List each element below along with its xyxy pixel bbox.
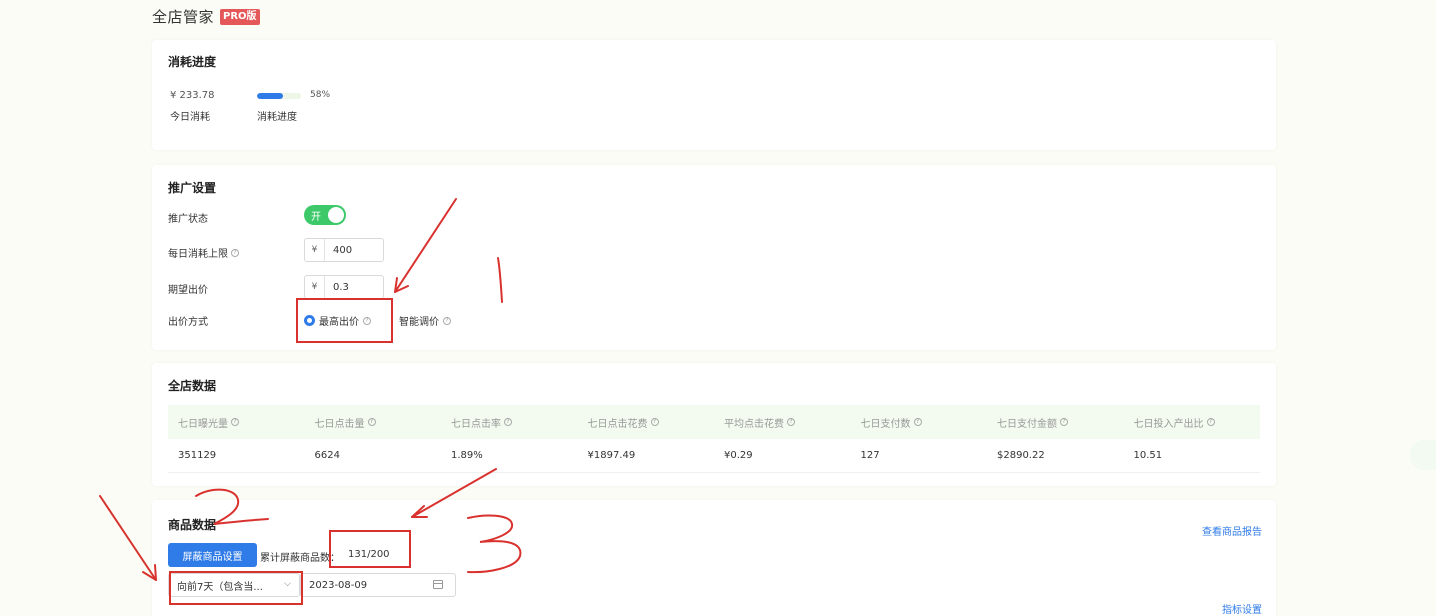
store-stats-table: 七日曝光量? 七日点击量? 七日点击率? 七日点击花费? 平均点击花费? 七日支… — [168, 405, 1260, 473]
stats-header-text: 七日点击量 — [314, 418, 365, 430]
chevron-down-icon: ⌵ — [284, 579, 291, 589]
radio-smart-bid[interactable]: 智能调价 ? — [399, 313, 451, 328]
help-icon[interactable]: ? — [443, 316, 451, 325]
bid-value: 0.3 — [333, 281, 349, 293]
help-icon[interactable]: ? — [231, 418, 239, 426]
radio-smart-bid-label: 智能调价 — [399, 317, 439, 328]
stats-header-cell: 七日点击量? — [305, 415, 442, 430]
block-count-label: 累计屏蔽商品数： — [260, 553, 340, 564]
bid-method-label-text: 出价方式 — [168, 317, 208, 328]
stats-value-cell: ¥1897.49 — [587, 450, 636, 461]
bid-label-text: 期望出价 — [168, 285, 208, 296]
stats-header-cell: 平均点击花费? — [714, 415, 851, 430]
stats-header-text: 七日曝光量 — [178, 418, 228, 430]
toggle-knob — [328, 207, 344, 223]
consume-progress-bar — [257, 93, 301, 99]
block-count-value: 131/200 — [348, 549, 390, 560]
status-label: 推广状态 — [168, 210, 208, 225]
radio-checked-icon — [304, 315, 315, 326]
radio-highest-bid-label: 最高出价 — [319, 317, 359, 328]
annotation-arrow-2 — [99, 495, 157, 581]
promo-status-toggle[interactable]: 开 — [304, 205, 346, 225]
bid-method-radio-group: 最高出价 ? 智能调价 ? — [304, 313, 451, 328]
daily-limit-input[interactable]: ¥ 400 — [304, 238, 384, 262]
stats-header-cell: 七日点击花费? — [578, 415, 715, 430]
stats-value-cell: 6624 — [314, 450, 340, 461]
help-icon[interactable]: ? — [231, 248, 239, 257]
stats-value-cell: 351129 — [178, 450, 217, 461]
stats-value-cell: ¥0.29 — [724, 450, 753, 461]
stats-header-cell: 七日支付数? — [851, 415, 988, 430]
consume-title: 消耗进度 — [168, 55, 217, 69]
date-range-select[interactable]: 向前7天（包含当... ⌵ — [168, 573, 300, 597]
stats-header-cell: 七日投入产出比? — [1124, 415, 1261, 430]
stats-header-cell: 七日支付金额? — [987, 415, 1124, 430]
store-data-title: 全店数据 — [168, 379, 217, 393]
stats-header-cell: 七日点击率? — [441, 415, 578, 430]
metric-settings-link[interactable]: 指标设置 — [1222, 601, 1262, 616]
promo-title: 推广设置 — [168, 181, 217, 195]
bid-label: 期望出价 — [168, 281, 208, 296]
consume-progress-fill — [257, 93, 283, 99]
consume-progress-label: 消耗进度 — [257, 112, 297, 123]
stats-value-cell: $2890.22 — [997, 450, 1045, 461]
page-title: 全店管家 — [152, 8, 215, 26]
side-float-tab[interactable] — [1410, 440, 1436, 470]
stats-header-cell: 七日曝光量? — [168, 415, 305, 430]
product-data-title: 商品数据 — [168, 518, 217, 532]
stats-value-cell: 1.89% — [451, 450, 483, 461]
help-icon[interactable]: ? — [363, 316, 371, 325]
stats-header-text: 七日点击率 — [451, 418, 501, 430]
stats-value-cell: 10.51 — [1133, 450, 1163, 461]
radio-highest-bid[interactable]: 最高出价 ? — [304, 313, 371, 328]
page-header: 全店管家 PRO版 — [152, 6, 260, 27]
toggle-text: 开 — [311, 212, 321, 223]
help-icon[interactable]: ? — [367, 418, 376, 426]
status-label-text: 推广状态 — [168, 214, 208, 225]
stats-value-cell: 127 — [860, 450, 880, 461]
store-data-card: 全店数据 七日曝光量? 七日点击量? 七日点击率? 七日点击花费? 平均点击花费… — [152, 363, 1276, 486]
daily-limit-value: 400 — [333, 244, 353, 256]
help-icon[interactable]: ? — [1206, 418, 1215, 426]
calendar-icon — [433, 580, 443, 589]
today-amount-label: 今日消耗 — [170, 112, 210, 123]
help-icon[interactable]: ? — [1060, 418, 1068, 426]
pro-badge: PRO版 — [220, 8, 260, 25]
bid-method-label: 出价方式 — [168, 313, 208, 328]
bid-input[interactable]: ¥ 0.3 — [304, 275, 384, 299]
currency-prefix: ¥ — [305, 239, 325, 261]
date-range-value: 向前7天（包含当... — [177, 581, 263, 593]
table-row: 351129 6624 1.89% ¥1897.49 ¥0.29 127 $28… — [168, 439, 1260, 473]
stats-header-row: 七日曝光量? 七日点击量? 七日点击率? 七日点击花费? 平均点击花费? 七日支… — [168, 405, 1260, 439]
block-products-button[interactable]: 屏蔽商品设置 — [168, 543, 257, 567]
stats-header-text: 七日投入产出比 — [1133, 418, 1204, 430]
help-icon[interactable]: ? — [504, 418, 512, 426]
stats-header-text: 平均点击花费 — [724, 418, 784, 430]
stats-header-text: 七日支付金额 — [997, 418, 1057, 430]
currency-prefix: ¥ — [305, 276, 325, 298]
help-icon[interactable]: ? — [787, 418, 795, 426]
consume-progress-percent: 58% — [310, 90, 331, 100]
daily-limit-label: 每日消耗上限 ? — [168, 245, 239, 260]
promo-card: 推广设置 推广状态 开 每日消耗上限 ? ¥ 400 期望出价 ¥ 0.3 出价… — [152, 165, 1276, 350]
view-product-report-link[interactable]: 查看商品报告 — [1202, 523, 1262, 538]
stats-header-text: 七日支付数 — [860, 418, 911, 430]
consume-card: 消耗进度 ¥ 233.78 今日消耗 58% 消耗进度 — [152, 40, 1276, 150]
date-picker-input[interactable]: 2023-08-09 — [300, 573, 456, 597]
product-data-card: 商品数据 查看商品报告 屏蔽商品设置 累计屏蔽商品数： 131/200 向前7天… — [152, 500, 1276, 616]
help-icon[interactable]: ? — [913, 418, 922, 426]
help-icon[interactable]: ? — [650, 418, 659, 426]
daily-limit-label-text: 每日消耗上限 — [168, 249, 228, 260]
today-amount: ¥ 233.78 — [170, 90, 215, 101]
stats-header-text: 七日点击花费 — [587, 418, 648, 430]
date-value: 2023-08-09 — [309, 579, 368, 591]
